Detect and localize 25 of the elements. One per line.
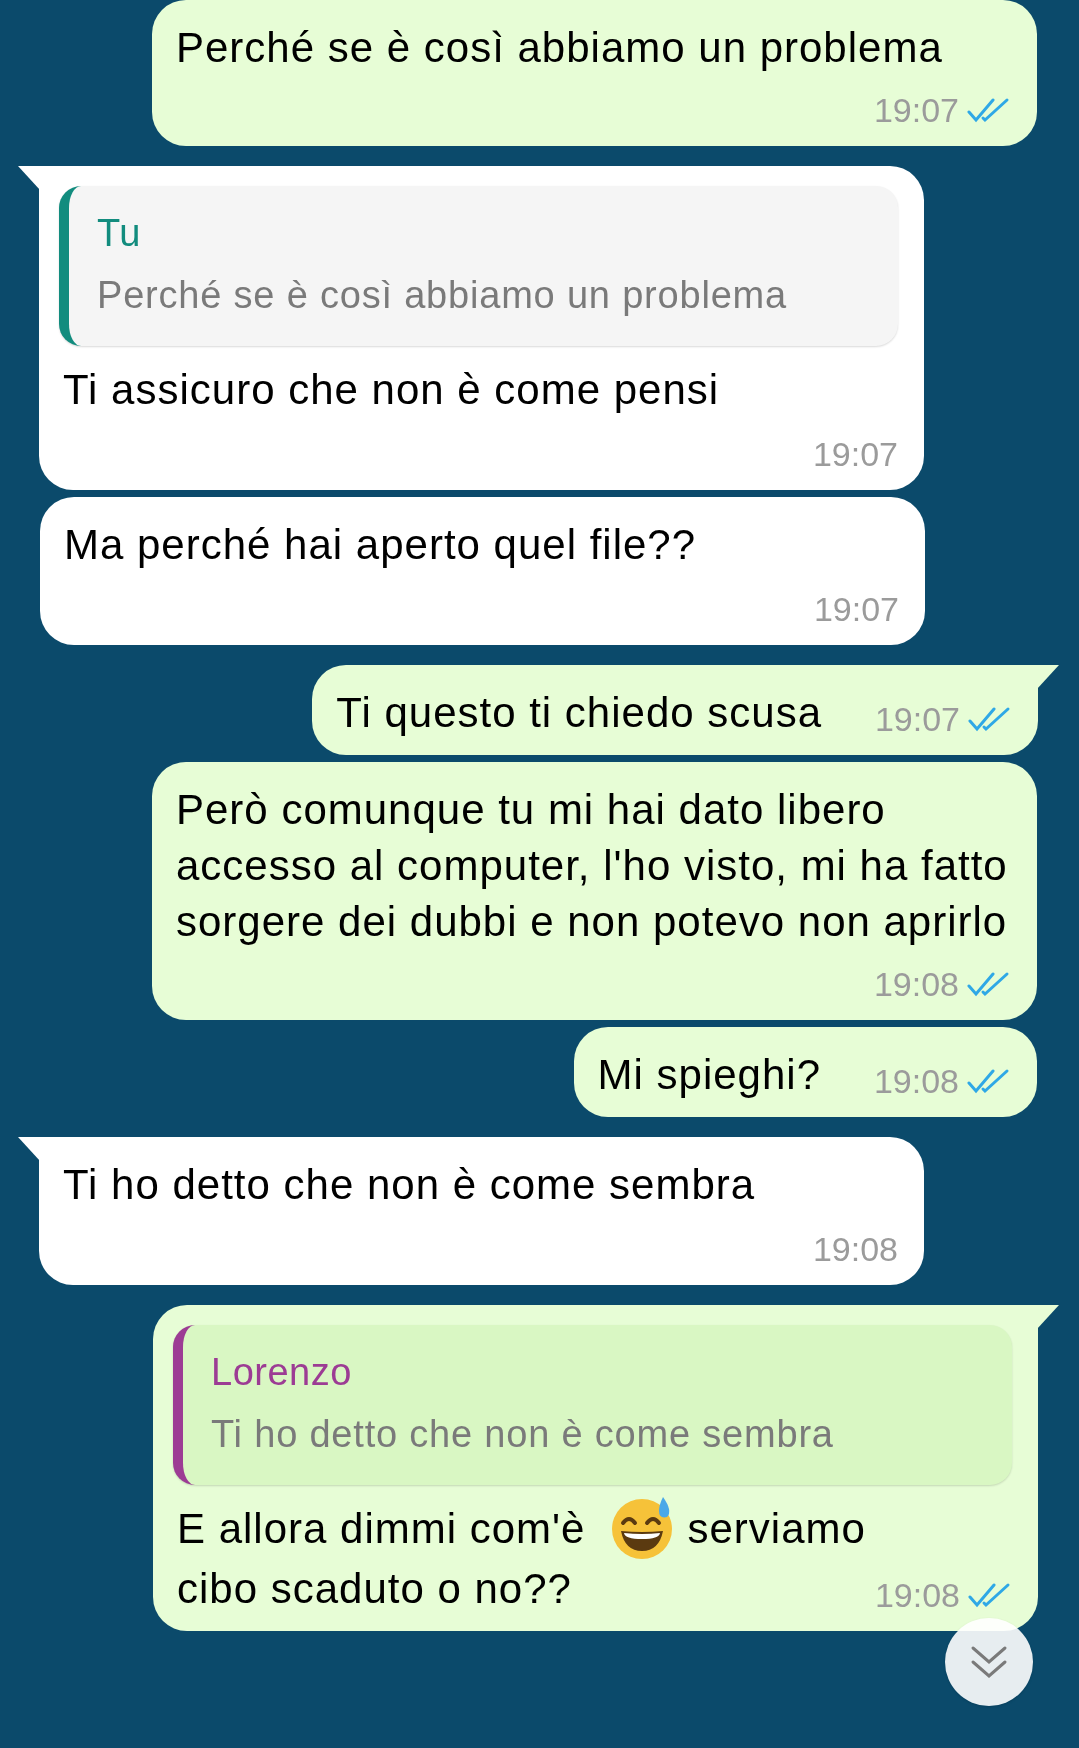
quote-text: Perché se è così abbiamo un problema bbox=[97, 273, 788, 318]
message-text: serviamo bbox=[687, 1504, 866, 1554]
message-time: 19:07 bbox=[873, 90, 959, 131]
quote-author: Lorenzo bbox=[211, 1350, 353, 1395]
message-time: 19:08 bbox=[873, 1061, 959, 1102]
quote-author: Tu bbox=[97, 211, 142, 256]
message-time: 19:07 bbox=[813, 589, 899, 630]
message-text: Perché se è così abbiamo un problema bbox=[176, 24, 943, 71]
message-text: cibo scaduto o no?? bbox=[177, 1563, 572, 1614]
message-time: 19:08 bbox=[812, 1229, 898, 1270]
message-text: Mi spieghi? bbox=[597, 1051, 821, 1098]
quoted-message[interactable]: Tu Perché se è così abbiamo un problema bbox=[59, 186, 898, 346]
quoted-message[interactable]: Lorenzo Ti ho detto che non è come sembra bbox=[173, 1325, 1012, 1485]
message-text: Ti assicuro che non è come pensi bbox=[63, 366, 720, 413]
message-text: Ti ho detto che non è come sembra bbox=[63, 1161, 756, 1208]
message-text: Ti questo ti chiedo scusa bbox=[336, 689, 822, 736]
message-time: 19:07 bbox=[874, 699, 960, 740]
double-chevron-down-icon bbox=[969, 1644, 1009, 1680]
message-time: 19:08 bbox=[873, 964, 959, 1005]
message-text: E allora dimmi com'è bbox=[177, 1504, 586, 1554]
message-text: Però comunque tu mi hai dato libero accesso al computer, l'ho visto, mi ha fatto sorgere dei dubbi e non potevo non aprirlo bbox=[176, 786, 1008, 945]
message-time: 19:07 bbox=[812, 434, 898, 475]
message-time: 19:08 bbox=[874, 1574, 960, 1616]
quote-text: Ti ho detto che non è come sembra bbox=[211, 1412, 835, 1457]
message-text: Ma perché hai aperto quel file?? bbox=[64, 521, 697, 568]
